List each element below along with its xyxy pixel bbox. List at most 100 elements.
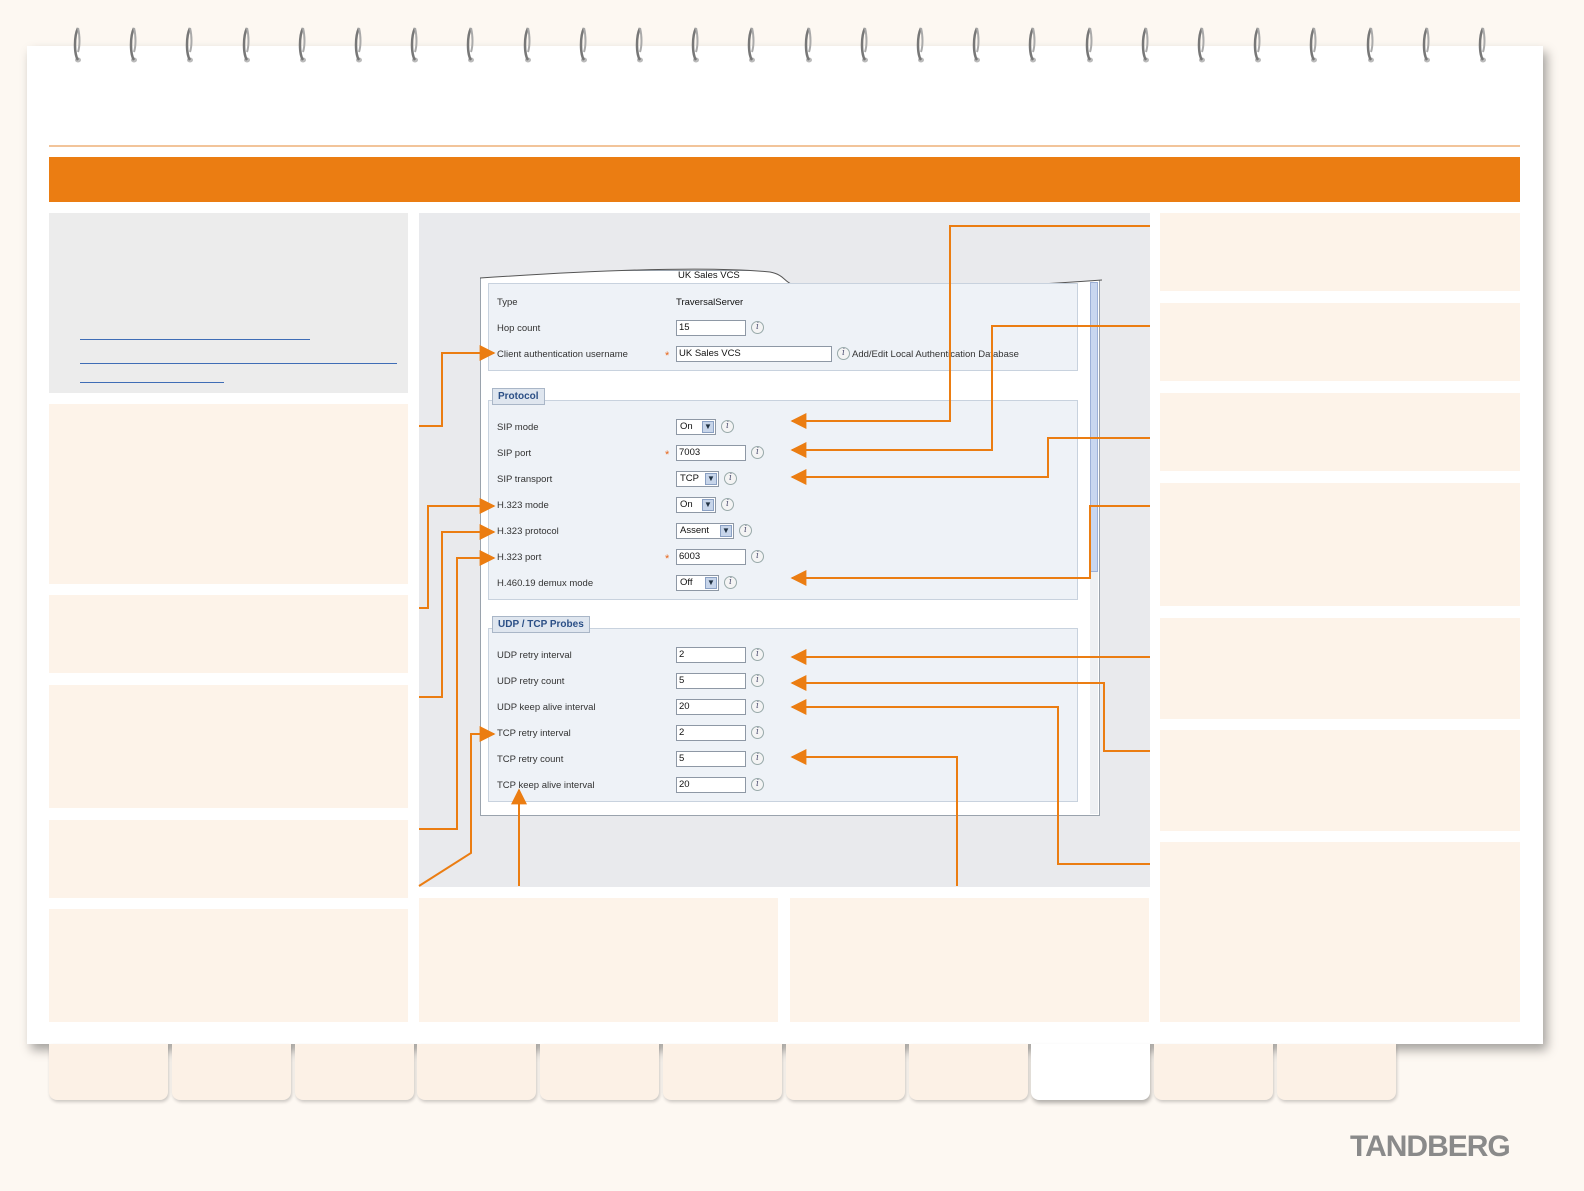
note-panel-right-3 <box>1160 393 1520 471</box>
field-select[interactable]: TCP ▼ <box>676 471 719 487</box>
note-panel-left-2 <box>49 595 408 673</box>
required-marker: * <box>665 350 670 362</box>
binding-ring <box>1363 24 1375 68</box>
info-icon[interactable]: i <box>837 347 850 360</box>
tab[interactable] <box>1154 1044 1274 1100</box>
note-panel-left-4 <box>49 820 408 898</box>
chevron-down-icon[interactable]: ▼ <box>702 421 714 433</box>
spiral-binding <box>70 24 1510 68</box>
hop-count-input[interactable]: 15 <box>676 320 746 336</box>
info-icon[interactable]: i <box>751 700 764 713</box>
select-value: On <box>680 421 693 432</box>
select-value: Off <box>680 577 693 588</box>
tab[interactable] <box>908 1044 1028 1100</box>
info-icon[interactable]: i <box>751 550 764 563</box>
binding-ring <box>70 24 82 68</box>
tab[interactable] <box>171 1044 291 1100</box>
client-auth-label: Client authentication username <box>497 349 628 360</box>
title-banner <box>49 157 1520 202</box>
scrollbar-thumb[interactable] <box>1090 282 1098 572</box>
chevron-down-icon[interactable]: ▼ <box>720 525 732 537</box>
field-label: SIP port <box>497 448 532 459</box>
info-icon[interactable]: i <box>751 726 764 739</box>
probes-title: UDP / TCP Probes <box>492 616 590 633</box>
field-input[interactable]: 6003 <box>676 549 746 565</box>
field-label: SIP transport <box>497 474 553 485</box>
chevron-down-icon[interactable]: ▼ <box>705 473 717 485</box>
scrollbar-track[interactable] <box>1090 572 1098 814</box>
protocol-title: Protocol <box>492 388 545 405</box>
info-icon[interactable]: i <box>751 674 764 687</box>
info-icon[interactable]: i <box>751 752 764 765</box>
field-input[interactable]: 2 <box>676 647 746 663</box>
note-panel-bottom-1 <box>419 898 778 1022</box>
note-panel-bottom-2 <box>790 898 1149 1022</box>
field-input[interactable]: 7003 <box>676 445 746 461</box>
field-label: H.323 mode <box>497 500 549 511</box>
field-select[interactable]: On ▼ <box>676 419 716 435</box>
required-marker: * <box>665 449 670 461</box>
binding-ring <box>1306 24 1318 68</box>
field-input[interactable]: 5 <box>676 673 746 689</box>
tab[interactable] <box>540 1044 660 1100</box>
field-input[interactable]: 5 <box>676 751 746 767</box>
binding-ring <box>1138 24 1150 68</box>
field-label: UDP retry interval <box>497 650 572 661</box>
select-value: On <box>680 499 693 510</box>
field-label: H.323 protocol <box>497 526 559 537</box>
info-icon[interactable]: i <box>751 648 764 661</box>
field-label: TCP retry interval <box>497 728 571 739</box>
link-underline-2[interactable] <box>80 363 397 364</box>
binding-ring <box>913 24 925 68</box>
chevron-down-icon[interactable]: ▼ <box>702 499 714 511</box>
binding-ring <box>801 24 813 68</box>
binding-ring <box>1194 24 1206 68</box>
tandberg-logo: TANDBERG <box>1350 1130 1511 1163</box>
info-icon[interactable]: i <box>751 778 764 791</box>
probes-section <box>488 628 1078 802</box>
tab[interactable] <box>1277 1044 1396 1100</box>
client-auth-input[interactable]: UK Sales VCS <box>676 346 832 362</box>
note-panel-right-1 <box>1160 213 1520 291</box>
info-icon[interactable]: i <box>724 576 737 589</box>
intro-panel <box>49 213 408 393</box>
binding-ring <box>239 24 251 68</box>
info-icon[interactable]: i <box>721 498 734 511</box>
chevron-down-icon[interactable]: ▼ <box>705 577 717 589</box>
tab[interactable] <box>663 1044 782 1100</box>
tab[interactable] <box>417 1044 537 1100</box>
note-panel-left-5 <box>49 909 408 1022</box>
field-select[interactable]: Off ▼ <box>676 575 719 591</box>
binding-ring <box>1419 24 1431 68</box>
field-label: UDP retry count <box>497 676 565 687</box>
note-panel-right-7 <box>1160 842 1520 1022</box>
link-underline-1[interactable] <box>80 339 310 340</box>
tab[interactable] <box>294 1044 414 1100</box>
header-rule <box>49 145 1520 147</box>
binding-ring <box>126 24 138 68</box>
binding-ring <box>1082 24 1094 68</box>
tab-active[interactable] <box>1031 1044 1151 1100</box>
tab[interactable] <box>49 1044 168 1100</box>
binding-ring <box>520 24 532 68</box>
note-panel-left-1 <box>49 404 408 584</box>
info-icon[interactable]: i <box>721 420 734 433</box>
binding-ring <box>1475 24 1487 68</box>
info-icon[interactable]: i <box>724 472 737 485</box>
note-panel-left-3 <box>49 685 408 808</box>
info-icon[interactable]: i <box>751 446 764 459</box>
info-icon[interactable]: i <box>739 524 752 537</box>
tab[interactable] <box>785 1044 905 1100</box>
binding-ring <box>857 24 869 68</box>
link-underline-3[interactable] <box>80 382 224 383</box>
field-input[interactable]: 20 <box>676 777 746 793</box>
field-select[interactable]: On ▼ <box>676 497 716 513</box>
field-label: UDP keep alive interval <box>497 702 596 713</box>
protocol-section <box>488 400 1078 600</box>
info-icon[interactable]: i <box>751 321 764 334</box>
field-input[interactable]: 2 <box>676 725 746 741</box>
field-input[interactable]: 20 <box>676 699 746 715</box>
auth-db-link[interactable]: Add/Edit Local Authentication Database <box>852 349 1019 360</box>
binding-ring <box>463 24 475 68</box>
field-select[interactable]: Assent ▼ <box>676 523 734 539</box>
